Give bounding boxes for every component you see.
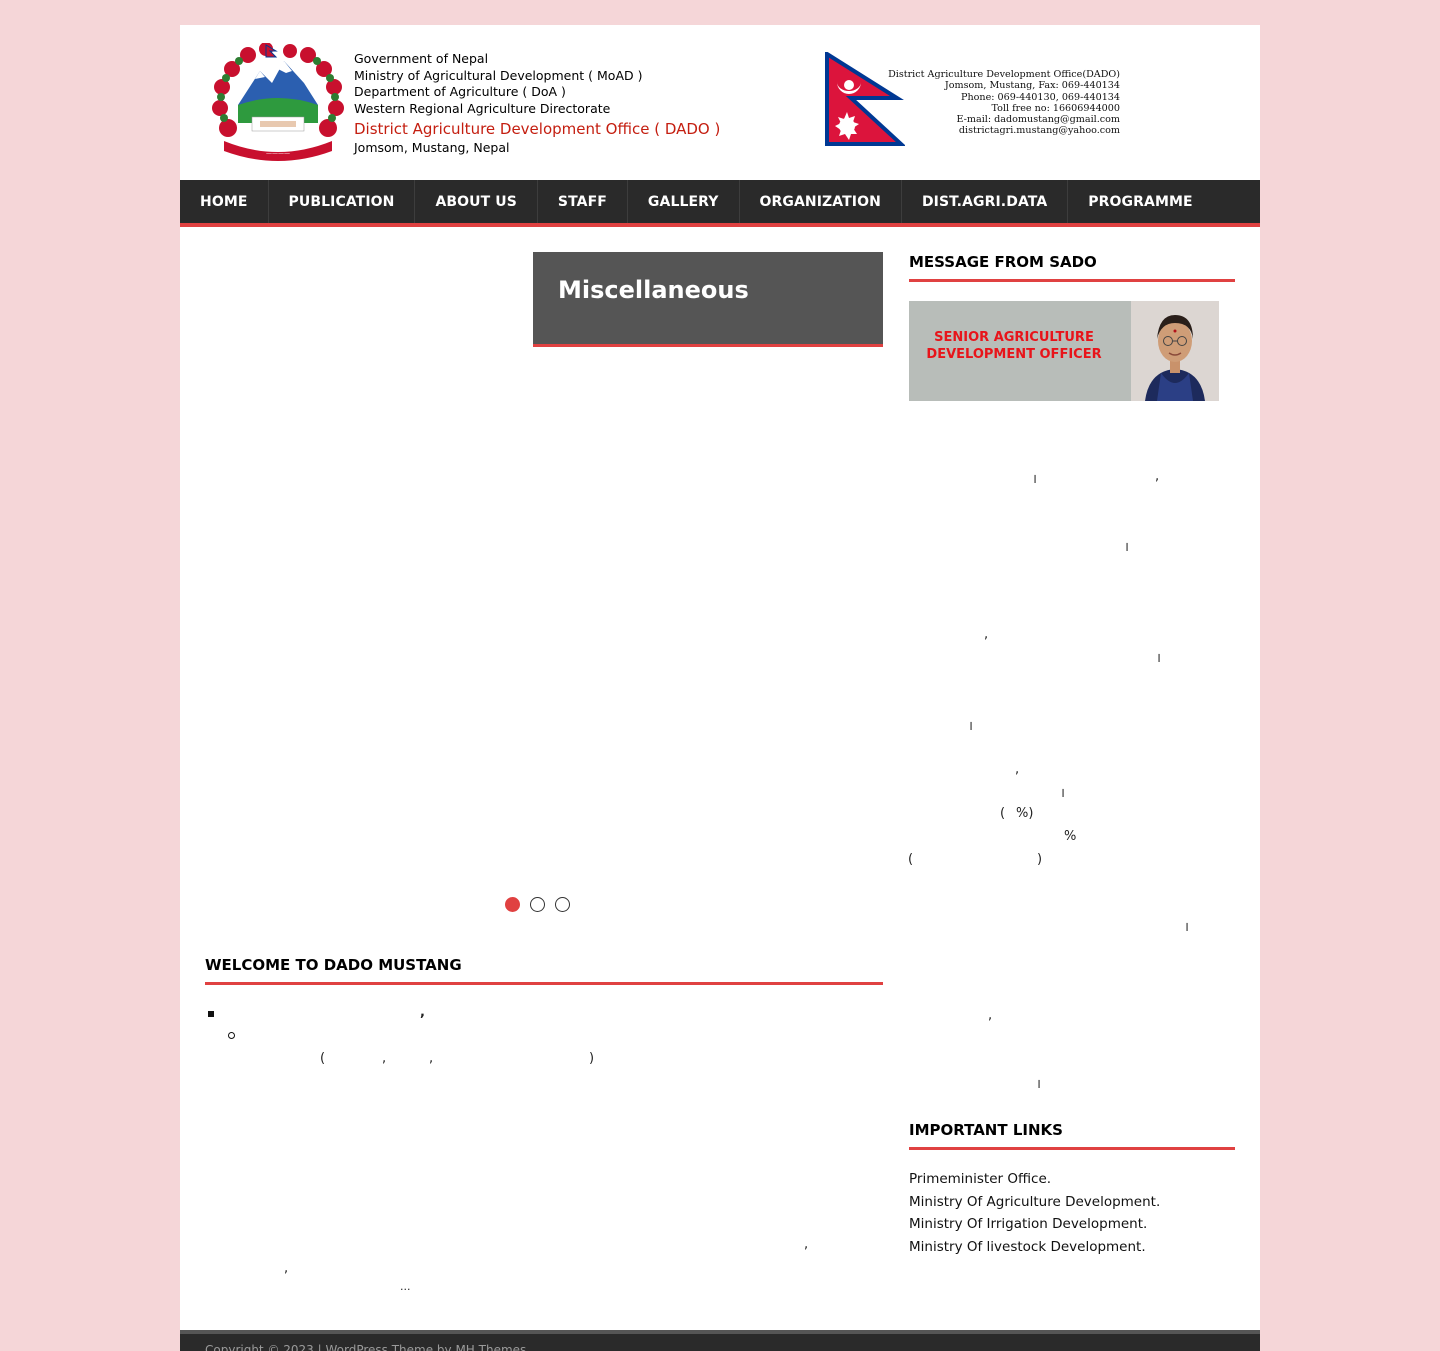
nav-item-staff[interactable]: STAFF xyxy=(538,180,628,223)
site-footer: Copyright © 2023 | WordPress Theme by MH… xyxy=(180,1330,1260,1351)
nav-item-gallery[interactable]: GALLERY xyxy=(628,180,740,223)
text-fragment: , xyxy=(988,1008,993,1023)
text-fragment: , xyxy=(984,627,989,642)
text-fragment: , xyxy=(429,1051,434,1066)
text-fragment: %) xyxy=(1016,806,1034,821)
text-fragment: । xyxy=(1156,651,1161,666)
text-fragment: ) xyxy=(1037,852,1043,867)
sado-banner: SENIOR AGRICULTURE DEVELOPMENT OFFICER xyxy=(909,301,1219,401)
text-fragment: ( xyxy=(320,1051,326,1066)
important-links-heading: IMPORTANT LINKS xyxy=(909,1121,1235,1150)
officer-photo xyxy=(1131,301,1219,401)
text-fragment: , xyxy=(382,1051,387,1066)
link-primeminister-office[interactable]: Primeminister Office. xyxy=(909,1168,1160,1191)
contact-details: District Agriculture Development Office(… xyxy=(888,69,1120,137)
text-fragment: % xyxy=(1064,829,1077,844)
text-fragment: । xyxy=(1184,920,1189,935)
important-links-list: Primeminister Office. Ministry Of Agricu… xyxy=(909,1168,1160,1258)
nav-item-dist-agri-data[interactable]: DIST.AGRI.DATA xyxy=(902,180,1069,223)
nepal-emblem-icon[interactable]: ———— xyxy=(208,43,348,163)
contact-line: Phone: 069-440130, 069-440134 xyxy=(961,91,1120,103)
list-bullet-circle-icon xyxy=(228,1032,235,1039)
link-ministry-agriculture[interactable]: Ministry Of Agriculture Development. xyxy=(909,1191,1160,1214)
slide-caption-title: Miscellaneous xyxy=(558,276,749,304)
main-navigation: HOME PUBLICATION ABOUT US STAFF GALLERY … xyxy=(180,180,1260,227)
text-fragment: । xyxy=(968,719,973,734)
office-location: Jomsom, Mustang, Nepal xyxy=(354,139,510,155)
slider-dot[interactable] xyxy=(530,897,545,912)
image-slider[interactable]: Miscellaneous xyxy=(205,252,883,912)
slider-dot[interactable] xyxy=(505,897,520,912)
text-fragment: ( xyxy=(908,852,914,867)
nav-item-programme[interactable]: PROGRAMME xyxy=(1068,180,1212,223)
link-ministry-livestock[interactable]: Ministry Of livestock Development. xyxy=(909,1236,1160,1259)
office-name: District Agriculture Development Office … xyxy=(354,119,721,138)
gov-line: Ministry of Agricultural Development ( M… xyxy=(354,67,643,83)
contact-banner: District Agriculture Development Office(… xyxy=(825,52,1120,146)
gov-line: Department of Agriculture ( DoA ) xyxy=(354,84,566,100)
text-fragment: । xyxy=(1060,786,1065,801)
contact-line: E-mail: dadomustang@gmail.com xyxy=(956,114,1120,126)
slide-caption[interactable]: Miscellaneous xyxy=(533,252,883,347)
contact-line: Jomsom, Mustang, Fax: 069-440134 xyxy=(944,80,1120,92)
contact-line: districtagri.mustang@yahoo.com xyxy=(958,125,1120,137)
welcome-heading: WELCOME TO DADO MUSTANG xyxy=(205,956,883,985)
nav-item-organization[interactable]: ORGANIZATION xyxy=(740,180,902,223)
text-fragment: , xyxy=(804,1237,809,1252)
banner-title: SENIOR AGRICULTURE DEVELOPMENT OFFICER xyxy=(926,330,1102,362)
list-bullet-icon xyxy=(208,1011,214,1017)
site-container: ———— Government of Nepal Ministry of Agr… xyxy=(180,25,1260,1351)
government-title-block: Government of Nepal Ministry of Agricult… xyxy=(354,51,720,157)
text-fragment: । xyxy=(1124,540,1129,555)
site-header: ———— Government of Nepal Ministry of Agr… xyxy=(180,25,1260,180)
footer-copyright: Copyright © 2023 | WordPress Theme by MH… xyxy=(205,1343,527,1351)
slider-pagination xyxy=(505,897,570,912)
contact-line: Toll free no: 16606944000 xyxy=(991,102,1120,114)
text-fragment: ... xyxy=(400,1280,411,1293)
sado-message-heading: MESSAGE FROM SADO xyxy=(909,253,1235,282)
text-fragment: , xyxy=(1015,762,1020,777)
text-fragment: , xyxy=(420,1005,425,1020)
text-fragment: , xyxy=(284,1261,289,1276)
nav-item-about-us[interactable]: ABOUT US xyxy=(415,180,538,223)
text-fragment: । xyxy=(1036,1077,1041,1092)
contact-line: District Agriculture Development Office(… xyxy=(888,69,1120,80)
nav-item-home[interactable]: HOME xyxy=(180,180,269,223)
gov-line: Western Regional Agriculture Directorate xyxy=(354,101,611,117)
text-fragment: , xyxy=(1155,469,1160,484)
text-fragment: ( xyxy=(1000,806,1006,821)
text-fragment: ) xyxy=(589,1051,595,1066)
gov-line: Government of Nepal xyxy=(354,51,489,66)
text-fragment: । xyxy=(1032,472,1037,487)
svg-text:————: ———— xyxy=(266,150,290,157)
slider-dot[interactable] xyxy=(555,897,570,912)
link-ministry-irrigation[interactable]: Ministry Of Irrigation Development. xyxy=(909,1213,1160,1236)
nav-item-publication[interactable]: PUBLICATION xyxy=(269,180,416,223)
